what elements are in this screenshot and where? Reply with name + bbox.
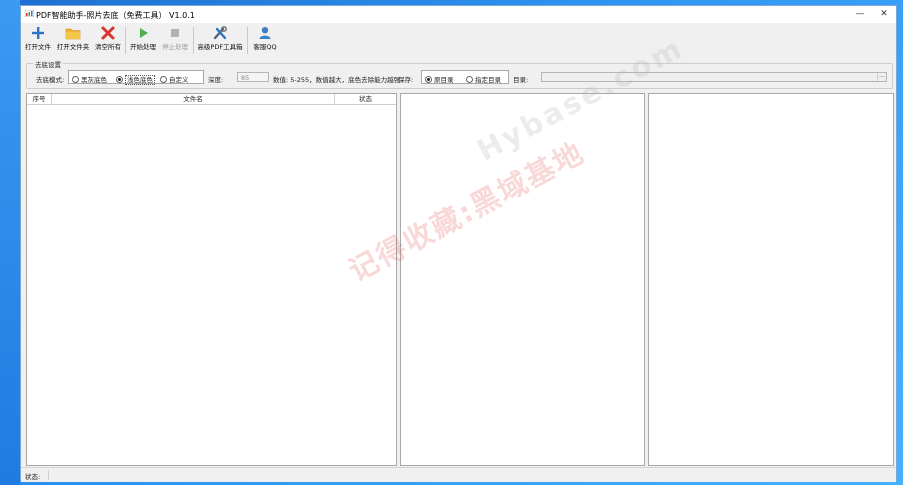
depth-hint: 数值: 5-255，数值越大，底色去除能力越强 bbox=[273, 76, 401, 84]
clear-x-icon bbox=[101, 26, 115, 40]
save-label: 保存: bbox=[398, 76, 414, 84]
toolbar-separator bbox=[125, 27, 126, 54]
status-bar: 状态: bbox=[21, 467, 896, 482]
radio-circle-icon bbox=[116, 75, 123, 83]
clear-all-button[interactable]: 清空所有 bbox=[93, 25, 123, 57]
settings-group-title: 去底设置 bbox=[33, 59, 63, 69]
start-button[interactable]: 开始处理 bbox=[128, 25, 158, 57]
column-header-index[interactable]: 序号 bbox=[27, 94, 52, 104]
save-option-custom-text: 指定目录 bbox=[475, 76, 501, 84]
app-window: PDF智能助手-照片去底（免费工具） V1.0.1 — ✕ 打开文件 打开文件夹… bbox=[20, 5, 897, 482]
advanced-toolbox-label: 高级PDF工具箱 bbox=[197, 43, 243, 51]
status-divider bbox=[48, 470, 49, 480]
browse-button[interactable]: … bbox=[877, 73, 886, 81]
open-file-button[interactable]: 打开文件 bbox=[23, 25, 53, 57]
radio-circle-icon bbox=[72, 75, 79, 83]
toolbar: 打开文件 打开文件夹 清空所有 开始处理 停止处理 高级PDF工具箱 客服QQ bbox=[21, 23, 896, 59]
close-button[interactable]: ✕ bbox=[872, 7, 896, 21]
dir-label: 目录: bbox=[513, 76, 529, 84]
support-qq-button[interactable]: 客服QQ bbox=[250, 25, 280, 57]
folder-icon bbox=[65, 28, 81, 40]
preview-original-panel bbox=[400, 93, 645, 466]
open-file-label: 打开文件 bbox=[25, 43, 51, 51]
depth-input[interactable]: 85 bbox=[237, 72, 269, 82]
save-option-original[interactable]: 原目录 bbox=[425, 74, 454, 84]
plus-icon bbox=[32, 27, 44, 39]
radio-circle-icon bbox=[160, 75, 167, 83]
window-title: PDF智能助手-照片去底（免费工具） V1.0.1 bbox=[36, 11, 195, 20]
minimize-button[interactable]: — bbox=[848, 7, 872, 21]
mode-option-custom[interactable]: 自定义 bbox=[160, 74, 189, 84]
mode-label: 去底模式: bbox=[36, 76, 65, 84]
title-bar: PDF智能助手-照片去底（免费工具） V1.0.1 — ✕ bbox=[21, 6, 896, 23]
radio-circle-icon bbox=[466, 75, 473, 83]
table-header: 序号 文件名 状态 bbox=[27, 94, 396, 105]
settings-group: 去底设置 去底模式: 黑灰底色 浅色底色 自定义 深度: 85 数值: 5-25… bbox=[26, 59, 893, 89]
mode-option-dark-text: 黑灰底色 bbox=[81, 76, 107, 84]
radio-circle-icon bbox=[425, 75, 432, 83]
mode-radio-group: 黑灰底色 浅色底色 自定义 bbox=[68, 70, 204, 85]
mode-option-light-text: 浅色底色 bbox=[125, 75, 155, 85]
save-radio-group: 原目录 指定目录 bbox=[421, 70, 509, 84]
start-label: 开始处理 bbox=[130, 43, 156, 51]
clear-all-label: 清空所有 bbox=[95, 43, 121, 51]
app-logo-icon bbox=[25, 10, 34, 17]
toolbar-separator bbox=[247, 27, 248, 54]
save-option-custom[interactable]: 指定目录 bbox=[466, 74, 501, 84]
mode-option-custom-text: 自定义 bbox=[169, 76, 189, 84]
save-option-original-text: 原目录 bbox=[434, 76, 454, 84]
tools-icon bbox=[213, 26, 227, 40]
status-label: 状态: bbox=[25, 473, 41, 481]
stop-icon bbox=[171, 29, 179, 37]
depth-label: 深度: bbox=[208, 76, 224, 84]
toolbar-separator bbox=[193, 27, 194, 54]
play-icon bbox=[140, 28, 148, 38]
mode-option-dark[interactable]: 黑灰底色 bbox=[72, 74, 107, 84]
column-header-status[interactable]: 状态 bbox=[335, 94, 396, 104]
preview-result-panel bbox=[648, 93, 894, 466]
desktop-background bbox=[0, 0, 20, 485]
stop-button[interactable]: 停止处理 bbox=[160, 25, 190, 57]
column-header-filename[interactable]: 文件名 bbox=[52, 94, 335, 104]
support-qq-label: 客服QQ bbox=[253, 43, 277, 51]
advanced-toolbox-button[interactable]: 高级PDF工具箱 bbox=[196, 25, 244, 57]
mode-option-light[interactable]: 浅色底色 bbox=[116, 74, 155, 85]
file-list-panel[interactable]: 序号 文件名 状态 bbox=[26, 93, 397, 466]
open-folder-label: 打开文件夹 bbox=[56, 43, 90, 51]
output-dir-field[interactable]: … bbox=[541, 72, 887, 82]
user-icon bbox=[259, 27, 271, 39]
open-folder-button[interactable]: 打开文件夹 bbox=[55, 25, 91, 57]
stop-label: 停止处理 bbox=[162, 43, 188, 51]
